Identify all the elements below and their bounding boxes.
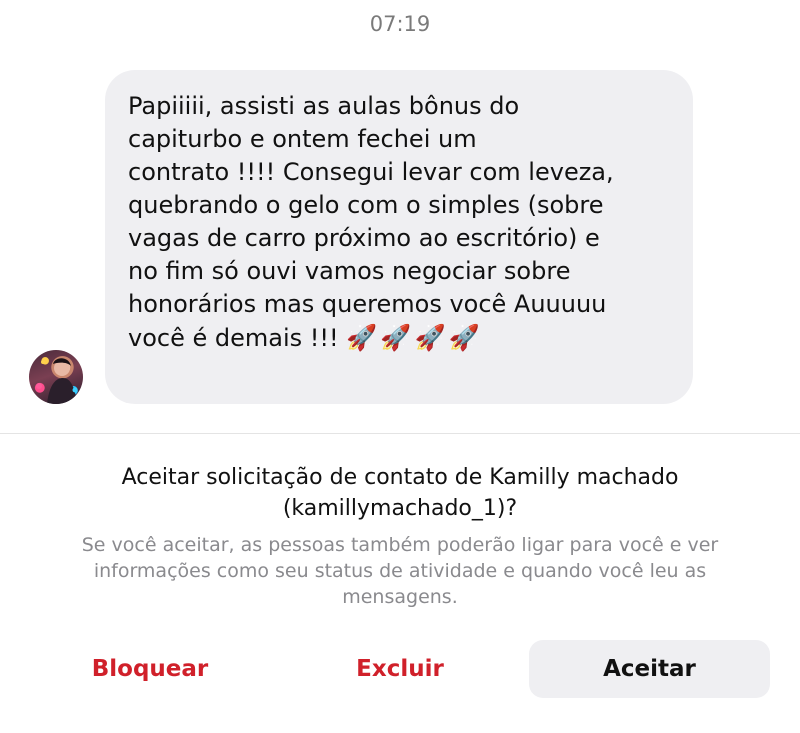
message-text: Papiiiii, assisti as aulas bônus do capi… bbox=[128, 90, 669, 355]
message-timestamp: 07:19 bbox=[369, 12, 431, 36]
rocket-emoji: 🚀🚀🚀🚀 bbox=[346, 323, 483, 352]
contact-request-description: Se você aceitar, as pessoas também poder… bbox=[81, 534, 719, 608]
block-button[interactable]: Bloquear bbox=[40, 640, 260, 698]
sender-avatar[interactable] bbox=[29, 350, 83, 404]
delete-button[interactable]: Excluir bbox=[290, 640, 510, 698]
contact-request-title: Aceitar solicitação de contato de Kamill… bbox=[0, 462, 800, 524]
avatar-photo-icon bbox=[36, 358, 78, 404]
message-bubble[interactable]: Papiiiii, assisti as aulas bônus do capi… bbox=[105, 70, 693, 404]
contact-request-title-text: Aceitar solicitação de contato de Kamill… bbox=[121, 465, 679, 521]
message-body: Papiiiii, assisti as aulas bônus do capi… bbox=[128, 92, 614, 352]
divider bbox=[0, 433, 800, 434]
accept-button[interactable]: Aceitar bbox=[529, 640, 770, 698]
